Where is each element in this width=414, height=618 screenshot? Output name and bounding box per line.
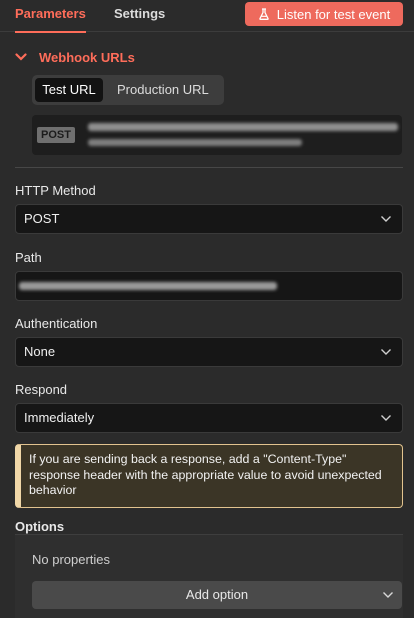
- section-divider: [15, 167, 403, 168]
- respond-value: Immediately: [24, 410, 95, 425]
- add-option-label: Add option: [185, 587, 249, 602]
- webhook-urls-header[interactable]: Webhook URLs: [15, 48, 135, 66]
- node-tabs: Parameters Settings Listen for test even…: [0, 0, 414, 33]
- path-input[interactable]: [15, 271, 403, 301]
- authentication-select[interactable]: None: [15, 337, 403, 367]
- notice-text: If you are sending back a response, add …: [29, 452, 382, 497]
- method-badge: POST: [37, 127, 75, 143]
- redacted-url-line-2: [88, 139, 302, 146]
- test-url-option[interactable]: Test URL: [35, 78, 103, 102]
- options-label: Options: [15, 519, 65, 534]
- content-type-notice: If you are sending back a response, add …: [15, 444, 403, 508]
- production-url-option[interactable]: Production URL: [103, 78, 216, 102]
- path-label: Path: [15, 250, 42, 265]
- webhook-url-display[interactable]: POST: [32, 115, 402, 155]
- listen-button-label: Listen for test event: [276, 6, 391, 22]
- chevron-down-icon: [15, 53, 27, 61]
- chevron-down-icon: [381, 216, 391, 222]
- redacted-url-line-1: [88, 123, 398, 131]
- no-properties-text: No properties: [32, 552, 111, 567]
- chevron-down-icon: [381, 349, 391, 355]
- http-method-value: POST: [24, 211, 60, 226]
- redacted-path-value: [19, 282, 277, 290]
- tab-parameters[interactable]: Parameters: [15, 0, 86, 33]
- add-option-button[interactable]: Add option: [32, 581, 402, 609]
- flask-icon: [259, 8, 269, 20]
- authentication-value: None: [24, 344, 56, 359]
- http-method-select[interactable]: POST: [15, 204, 403, 234]
- respond-select[interactable]: Immediately: [15, 403, 403, 433]
- webhook-urls-title: Webhook URLs: [39, 49, 135, 65]
- http-method-label: HTTP Method: [15, 183, 96, 198]
- url-type-toggle: Test URL Production URL: [32, 75, 224, 105]
- chevron-down-icon: [381, 415, 391, 421]
- authentication-label: Authentication: [15, 316, 98, 331]
- respond-label: Respond: [15, 382, 68, 397]
- tab-settings[interactable]: Settings: [114, 0, 165, 32]
- chevron-down-icon: [383, 592, 393, 598]
- listen-for-test-event-button[interactable]: Listen for test event: [245, 2, 403, 26]
